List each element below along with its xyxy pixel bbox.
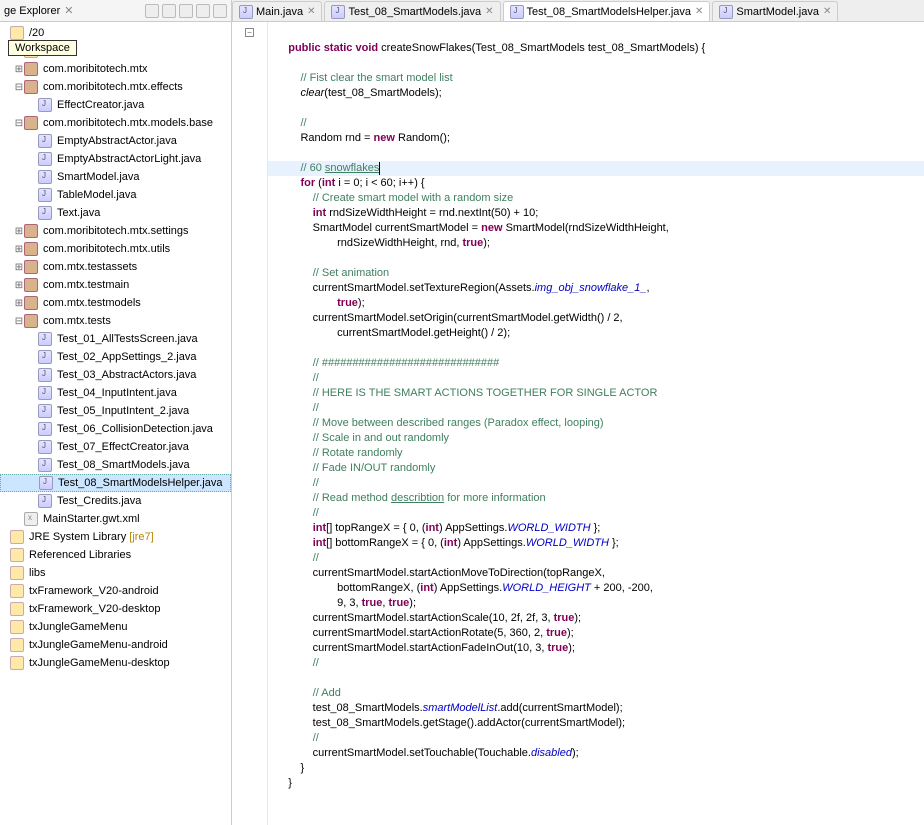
cu-icon xyxy=(38,188,52,202)
fld-icon xyxy=(10,656,24,670)
minimize-icon[interactable] xyxy=(196,4,210,18)
pkg-icon xyxy=(24,116,38,130)
tree-item[interactable]: ⊟com.moribitotech.mtx.models.base xyxy=(0,114,231,132)
tree-item[interactable]: Text.java xyxy=(0,204,231,222)
tree-item[interactable]: JRE System Library [jre7] xyxy=(0,528,231,546)
cu-icon xyxy=(38,440,52,454)
tree-item[interactable]: ⊟com.moribitotech.mtx.effects xyxy=(0,78,231,96)
maximize-icon[interactable] xyxy=(213,4,227,18)
fld-icon xyxy=(10,602,24,616)
cu-icon xyxy=(38,404,52,418)
tree-item[interactable]: Test_08_SmartModels.java xyxy=(0,456,231,474)
cu-icon xyxy=(39,476,53,490)
tree-item[interactable]: SmartModel.java xyxy=(0,168,231,186)
editor-tabs: Main.java✕Test_08_SmartModels.java✕Test_… xyxy=(232,0,924,22)
tree-item[interactable]: Test_05_InputIntent_2.java xyxy=(0,402,231,420)
tree-item[interactable]: Test_02_AppSettings_2.java xyxy=(0,348,231,366)
java-file-icon xyxy=(239,5,253,19)
collapse-all-icon[interactable] xyxy=(162,4,176,18)
tree-item[interactable]: EmptyAbstractActor.java xyxy=(0,132,231,150)
project-tree[interactable]: /20src⊞com.moribitotech.mtx⊟com.moribito… xyxy=(0,22,231,825)
editor-tab[interactable]: Test_08_SmartModels.java✕ xyxy=(324,1,500,21)
tree-item[interactable]: Test_01_AllTestsScreen.java xyxy=(0,330,231,348)
tree-item[interactable]: txJungleGameMenu-android xyxy=(0,636,231,654)
fld-icon xyxy=(10,638,24,652)
explorer-header: ge Explorer ✕ xyxy=(0,0,231,22)
cu-icon xyxy=(38,152,52,166)
cu-icon xyxy=(38,134,52,148)
tree-item[interactable]: ⊟com.mtx.tests xyxy=(0,312,231,330)
close-icon[interactable]: ✕ xyxy=(64,4,73,17)
close-icon[interactable]: ✕ xyxy=(695,6,703,17)
tree-item[interactable]: ⊞com.moribitotech.mtx.utils xyxy=(0,240,231,258)
tree-item[interactable]: ⊞com.mtx.testassets xyxy=(0,258,231,276)
tree-item[interactable]: txJungleGameMenu xyxy=(0,618,231,636)
close-icon[interactable]: ✕ xyxy=(485,6,493,17)
tree-item[interactable]: ⊞com.mtx.testmain xyxy=(0,276,231,294)
tree-item[interactable]: Test_08_SmartModelsHelper.java xyxy=(0,474,231,492)
tree-item[interactable]: Test_06_CollisionDetection.java xyxy=(0,420,231,438)
fld-icon xyxy=(10,26,24,40)
tree-item[interactable]: Test_03_AbstractActors.java xyxy=(0,366,231,384)
tree-item[interactable]: txJungleGameMenu-desktop xyxy=(0,654,231,672)
fld-icon xyxy=(10,548,24,562)
tree-item[interactable]: EmptyAbstractActorLight.java xyxy=(0,150,231,168)
tree-item[interactable]: ⊞com.mtx.testmodels xyxy=(0,294,231,312)
editor-tab[interactable]: Test_08_SmartModelsHelper.java✕ xyxy=(503,1,711,21)
tree-item[interactable]: Referenced Libraries xyxy=(0,546,231,564)
tree-item[interactable]: Test_07_EffectCreator.java xyxy=(0,438,231,456)
gutter: − xyxy=(232,22,268,825)
editor-tab[interactable]: SmartModel.java✕ xyxy=(712,1,838,21)
tree-item[interactable]: EffectCreator.java xyxy=(0,96,231,114)
view-menu-icon[interactable] xyxy=(179,4,193,18)
cu-icon xyxy=(38,206,52,220)
pkg-icon xyxy=(24,296,38,310)
tree-item[interactable]: txFramework_V20-android xyxy=(0,582,231,600)
editor-area: Main.java✕Test_08_SmartModels.java✕Test_… xyxy=(232,0,924,825)
fld-icon xyxy=(10,566,24,580)
pkg-icon xyxy=(24,224,38,238)
pkg-icon xyxy=(24,314,38,328)
cu-icon xyxy=(38,332,52,346)
editor-tab[interactable]: Main.java✕ xyxy=(232,1,322,21)
java-file-icon xyxy=(510,5,524,19)
cu-icon xyxy=(38,350,52,364)
close-icon[interactable]: ✕ xyxy=(823,6,831,17)
fld-icon xyxy=(10,584,24,598)
cu-icon xyxy=(38,494,52,508)
pkg-icon xyxy=(24,260,38,274)
workspace-tooltip: Workspace xyxy=(8,40,77,56)
cu-icon xyxy=(38,98,52,112)
pkg-icon xyxy=(24,62,38,76)
tree-item[interactable]: Test_04_InputIntent.java xyxy=(0,384,231,402)
code-content[interactable]: public static void createSnowFlakes(Test… xyxy=(268,22,924,825)
fold-icon[interactable]: − xyxy=(245,28,254,37)
fld-icon xyxy=(10,530,24,544)
xml-icon xyxy=(24,512,38,526)
explorer-title: ge Explorer xyxy=(4,5,60,17)
link-with-editor-icon[interactable] xyxy=(145,4,159,18)
java-file-icon xyxy=(719,5,733,19)
cu-icon xyxy=(38,422,52,436)
tree-item[interactable]: TableModel.java xyxy=(0,186,231,204)
cu-icon xyxy=(38,170,52,184)
fld-icon xyxy=(10,620,24,634)
tree-item[interactable]: MainStarter.gwt.xml xyxy=(0,510,231,528)
pkg-icon xyxy=(24,278,38,292)
package-explorer: ge Explorer ✕ Workspace /20src⊞com.morib… xyxy=(0,0,232,825)
code-editor[interactable]: − public static void createSnowFlakes(Te… xyxy=(232,22,924,825)
pkg-icon xyxy=(24,80,38,94)
cu-icon xyxy=(38,368,52,382)
java-file-icon xyxy=(331,5,345,19)
pkg-icon xyxy=(24,242,38,256)
tree-item[interactable]: ⊞com.moribitotech.mtx xyxy=(0,60,231,78)
close-icon[interactable]: ✕ xyxy=(307,6,315,17)
tree-item[interactable]: ⊞com.moribitotech.mtx.settings xyxy=(0,222,231,240)
tree-item[interactable]: txFramework_V20-desktop xyxy=(0,600,231,618)
tree-item[interactable]: libs xyxy=(0,564,231,582)
cu-icon xyxy=(38,386,52,400)
cu-icon xyxy=(38,458,52,472)
tree-item[interactable]: Test_Credits.java xyxy=(0,492,231,510)
